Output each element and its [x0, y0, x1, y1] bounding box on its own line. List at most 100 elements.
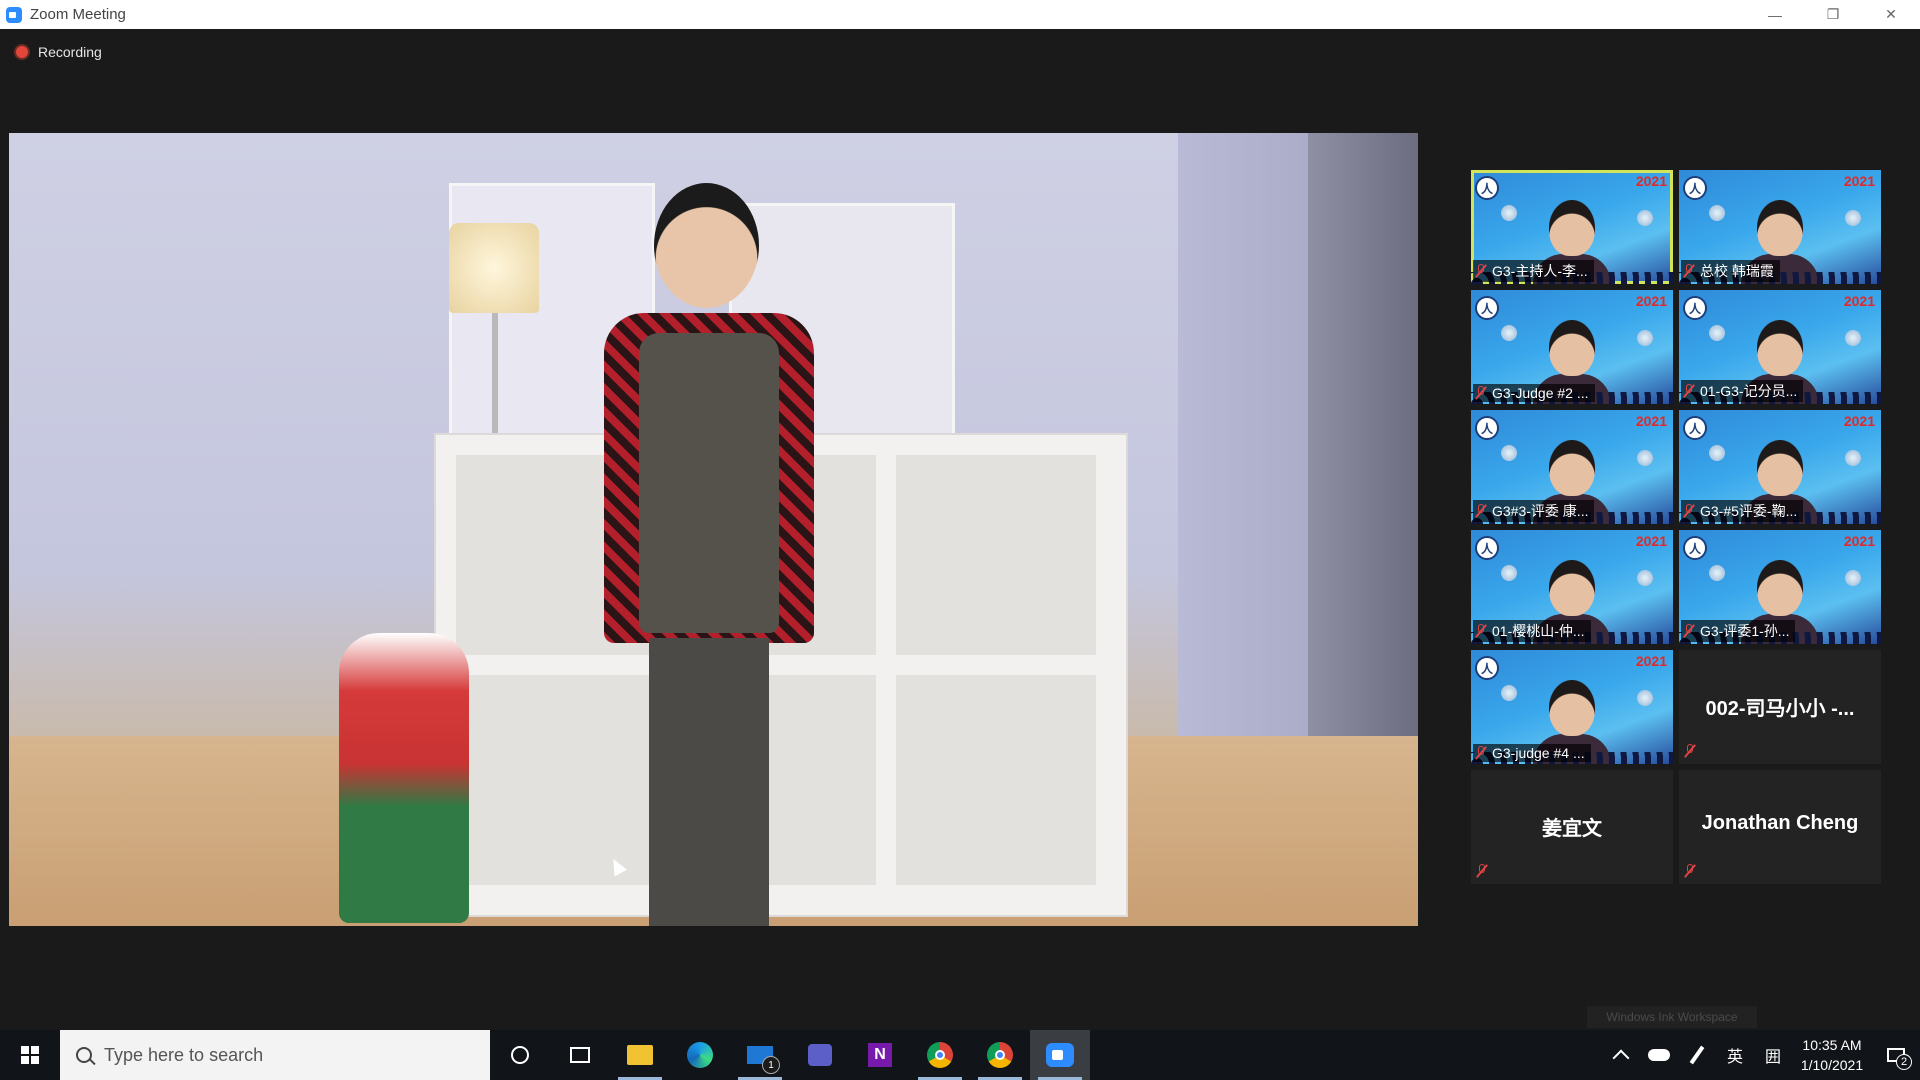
cortana-icon: [511, 1046, 529, 1064]
restore-button[interactable]: ❐: [1804, 0, 1862, 29]
microphone-art-icon: [1501, 685, 1517, 701]
minimize-button[interactable]: —: [1746, 0, 1804, 29]
recording-indicator[interactable]: Recording: [16, 44, 102, 60]
muted-mic-icon: [1684, 504, 1694, 518]
year-badge: 2021: [1843, 413, 1875, 429]
year-badge: 2021: [1843, 293, 1875, 309]
video-curtain: [1308, 133, 1418, 773]
video-speaker-child: [594, 183, 824, 926]
muted-mic-icon: [1685, 864, 1695, 878]
chrome-button[interactable]: [910, 1030, 970, 1080]
participant-name: 总校 韩瑞霞: [1700, 263, 1774, 279]
mail-badge: 1: [762, 1056, 780, 1074]
participant-name: G3-评委1-孙...: [1700, 623, 1790, 639]
participant-name: G3#3-评委 康...: [1492, 503, 1589, 519]
microphone-art-icon: [1845, 570, 1861, 586]
participant-name-label: G3-评委1-孙...: [1681, 620, 1796, 642]
microphone-art-icon: [1709, 445, 1725, 461]
muted-mic-icon: [1684, 624, 1694, 638]
mail-button[interactable]: 1: [730, 1030, 790, 1080]
participant-tile[interactable]: 人 2021 G3-评委1-孙...: [1679, 530, 1881, 644]
chrome-profile-button[interactable]: [970, 1030, 1030, 1080]
onenote-icon: N: [868, 1043, 892, 1067]
participant-name-label: 01-G3-记分员...: [1681, 380, 1804, 402]
edge-button[interactable]: [670, 1030, 730, 1080]
school-logo-icon: 人: [1475, 536, 1499, 560]
video-santa-figure: [339, 633, 469, 923]
file-explorer-button[interactable]: [610, 1030, 670, 1080]
microphone-art-icon: [1709, 205, 1725, 221]
zoom-taskbar-button[interactable]: [1030, 1030, 1090, 1080]
search-icon: [76, 1047, 92, 1063]
participant-face: [1757, 320, 1803, 376]
muted-mic-icon: [1476, 504, 1486, 518]
school-logo-icon: 人: [1683, 296, 1707, 320]
close-button[interactable]: ✕: [1862, 0, 1920, 29]
microphone-art-icon: [1845, 330, 1861, 346]
ime-mode-button[interactable]: 囲: [1754, 1030, 1792, 1080]
participant-tile[interactable]: 人 2021 01-樱桃山-仲...: [1471, 530, 1673, 644]
onenote-button[interactable]: N: [850, 1030, 910, 1080]
microphone-art-icon: [1637, 690, 1653, 706]
onedrive-button[interactable]: [1640, 1030, 1678, 1080]
participant-tile[interactable]: 人 2021 G3-judge #4 ...: [1471, 650, 1673, 764]
participant-tile[interactable]: 人 2021 G3#3-评委 康...: [1471, 410, 1673, 524]
cortana-button[interactable]: [490, 1030, 550, 1080]
participant-face: [1757, 560, 1803, 616]
school-logo-icon: 人: [1475, 416, 1499, 440]
participant-name-label: G3-Judge #2 ...: [1473, 384, 1595, 402]
window-titlebar: Zoom Meeting — ❐ ✕: [0, 0, 1920, 29]
chrome-profile-icon: [987, 1042, 1013, 1068]
participant-tile[interactable]: 人 2021 G3-Judge #2 ...: [1471, 290, 1673, 404]
year-badge: 2021: [1635, 173, 1667, 189]
participant-tile[interactable]: 人 2021 总校 韩瑞霞: [1679, 170, 1881, 284]
task-view-icon: [570, 1047, 590, 1063]
participant-tile[interactable]: 人 2021 G3-#5评委-鞠...: [1679, 410, 1881, 524]
clock-time: 10:35 AM: [1802, 1037, 1862, 1053]
participant-name-label: G3#3-评委 康...: [1473, 500, 1595, 522]
ime-language-button[interactable]: 英: [1716, 1030, 1754, 1080]
system-tray: 英 囲 10:35 AM 1/10/2021 2: [1602, 1030, 1920, 1080]
year-badge: 2021: [1635, 293, 1667, 309]
year-badge: 2021: [1635, 533, 1667, 549]
show-hidden-icons-button[interactable]: [1602, 1030, 1640, 1080]
participant-tile[interactable]: Jonathan Cheng: [1679, 770, 1881, 884]
muted-mic-icon: [1476, 624, 1486, 638]
muted-mic-icon: [1685, 744, 1695, 758]
notification-count: 2: [1896, 1054, 1912, 1070]
teams-button[interactable]: [790, 1030, 850, 1080]
participant-face: [1549, 680, 1595, 736]
chevron-up-icon: [1612, 1049, 1630, 1067]
microphone-art-icon: [1637, 210, 1653, 226]
zoom-app-icon: [6, 6, 22, 23]
muted-mic-icon: [1476, 264, 1486, 278]
participant-tile[interactable]: 人 2021 01-G3-记分员...: [1679, 290, 1881, 404]
clock-date: 1/10/2021: [1800, 1057, 1864, 1073]
participant-name: 姜宜文: [1542, 818, 1602, 840]
start-button[interactable]: [0, 1030, 60, 1080]
participant-name: 002-司马小小 -...: [1705, 698, 1855, 720]
folder-icon: [627, 1045, 653, 1065]
action-center-button[interactable]: 2: [1872, 1030, 1920, 1080]
microphone-art-icon: [1709, 565, 1725, 581]
participant-tile[interactable]: 002-司马小小 -...: [1679, 650, 1881, 764]
participant-face: [1549, 440, 1595, 496]
system-clock[interactable]: 10:35 AM 1/10/2021: [1792, 1035, 1872, 1075]
search-placeholder: Type here to search: [104, 1044, 264, 1065]
pen-icon: [1689, 1045, 1705, 1065]
windows-ink-button[interactable]: [1678, 1030, 1716, 1080]
participant-tile[interactable]: 姜宜文: [1471, 770, 1673, 884]
participant-tile[interactable]: 人 2021 G3-主持人-李...: [1471, 170, 1673, 284]
taskbar-search-box[interactable]: Type here to search: [60, 1030, 490, 1080]
active-speaker-video[interactable]: [9, 133, 1418, 926]
muted-mic-icon: [1476, 386, 1486, 400]
participant-name-label: 总校 韩瑞霞: [1681, 260, 1780, 282]
participant-name-label: G3-judge #4 ...: [1473, 744, 1591, 762]
muted-mic-icon: [1477, 864, 1487, 878]
video-lamp: [449, 223, 539, 313]
task-view-button[interactable]: [550, 1030, 610, 1080]
participant-name: G3-Judge #2 ...: [1492, 385, 1589, 401]
participant-face: [1757, 440, 1803, 496]
windows-taskbar: Type here to search 1 N 英 囲 10:35 AM 1/1…: [0, 1030, 1920, 1080]
participant-face: [1549, 560, 1595, 616]
